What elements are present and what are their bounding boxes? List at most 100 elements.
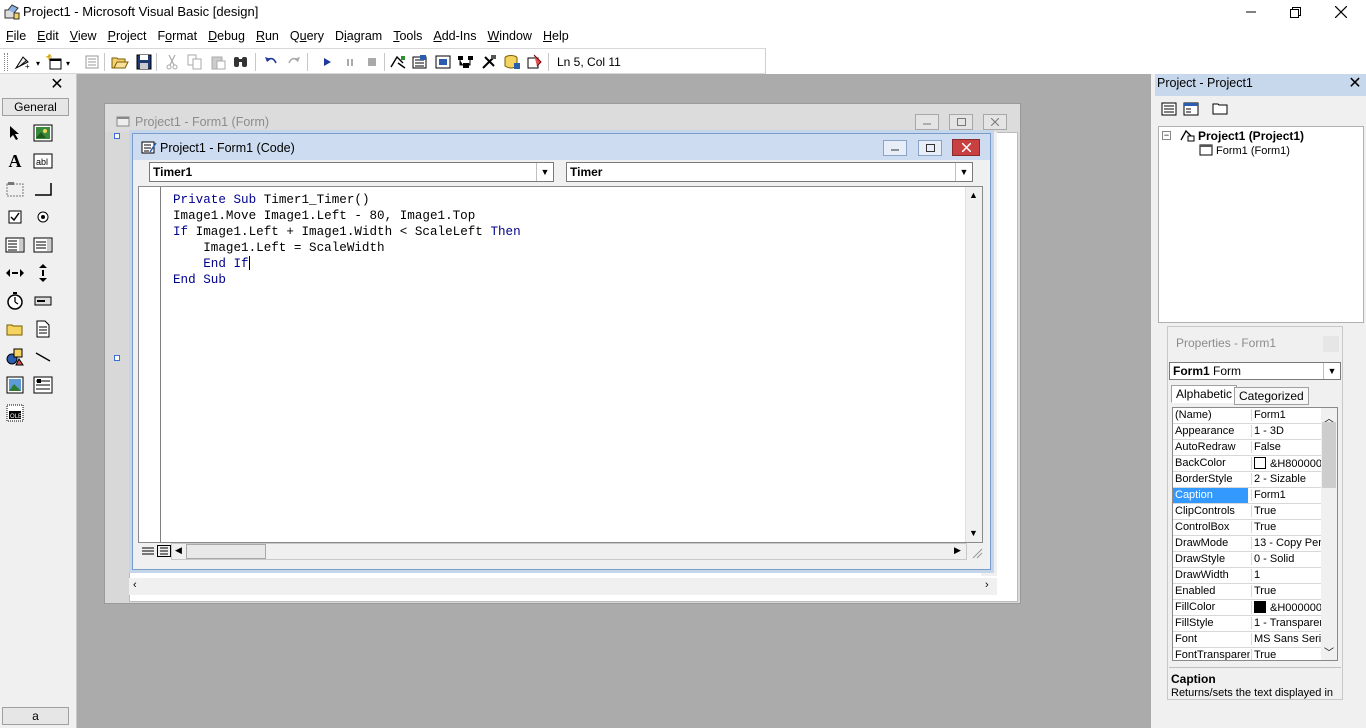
property-value[interactable]: Form1	[1251, 489, 1321, 501]
property-value[interactable]: 1	[1251, 569, 1321, 581]
toggle-folders-icon[interactable]	[1212, 101, 1228, 115]
property-row[interactable]: FillStyle 1 - Transparent	[1173, 616, 1321, 632]
dirlistbox-tool-icon[interactable]	[4, 318, 26, 340]
scroll-thumb[interactable]	[1322, 422, 1336, 488]
properties-window-icon[interactable]	[411, 53, 429, 71]
property-row[interactable]: (Name) Form1	[1173, 408, 1321, 424]
menu-item[interactable]: Debug	[202, 27, 250, 45]
property-row[interactable]: BackColor &H800000	[1173, 456, 1321, 472]
code-close-button[interactable]	[952, 139, 980, 156]
commandbutton-tool-icon[interactable]	[32, 178, 54, 200]
hscrollbar-tool-icon[interactable]	[4, 262, 26, 284]
toolbox-icon[interactable]	[480, 53, 498, 71]
property-value[interactable]: True	[1251, 649, 1321, 660]
dropdown-arrow-icon[interactable]: ▾	[36, 59, 40, 68]
tab-categorized[interactable]: Categorized	[1234, 387, 1309, 405]
listbox-tool-icon[interactable]	[32, 234, 54, 256]
property-value[interactable]: 1 - Transparent	[1251, 617, 1321, 629]
vscrollbar-tool-icon[interactable]	[32, 262, 54, 284]
code-line[interactable]: End If	[173, 256, 521, 272]
pointer-tool-icon[interactable]	[4, 122, 26, 144]
code-window[interactable]: Project1 - Form1 (Code) Timer1 ▼ Timer ▼…	[132, 133, 991, 570]
object-selector[interactable]: Form1 Form ▼	[1169, 362, 1341, 380]
shape-tool-icon[interactable]	[4, 346, 26, 368]
chevron-down-icon[interactable]: ▼	[536, 163, 553, 181]
property-row[interactable]: FillColor &H000000	[1173, 600, 1321, 616]
scroll-right-arrow-icon[interactable]: ›	[985, 579, 989, 591]
form-layout-icon[interactable]	[434, 53, 452, 71]
code-minimize-button[interactable]	[883, 140, 907, 156]
optionbutton-tool-icon[interactable]	[32, 206, 54, 228]
project-explorer-close-icon[interactable]: ✕	[1345, 74, 1365, 94]
redo-icon[interactable]	[285, 53, 303, 71]
end-icon[interactable]	[363, 53, 381, 71]
menu-item[interactable]: File	[0, 27, 31, 45]
add-project-icon[interactable]: +	[14, 53, 32, 71]
selection-handle[interactable]	[114, 133, 120, 139]
undo-icon[interactable]	[262, 53, 280, 71]
property-value[interactable]: 2 - Sizable	[1251, 473, 1321, 485]
scroll-thumb[interactable]	[186, 544, 266, 559]
menu-item[interactable]: Run	[250, 27, 284, 45]
menu-item[interactable]: Help	[537, 27, 574, 45]
menu-item[interactable]: View	[64, 27, 102, 45]
view-code-icon[interactable]	[1161, 101, 1177, 117]
code-window-titlebar[interactable]: Project1 - Form1 (Code)	[133, 134, 990, 160]
line-tool-icon[interactable]	[32, 346, 54, 368]
property-row[interactable]: AutoRedraw False	[1173, 440, 1321, 456]
picturebox-tool-icon[interactable]	[32, 122, 54, 144]
scroll-right-arrow-icon[interactable]: ▶	[954, 545, 961, 556]
form-horizontal-scrollbar[interactable]: ‹ ›	[129, 578, 997, 595]
menu-item[interactable]: Query	[284, 27, 329, 45]
visual-component-manager-icon[interactable]	[526, 53, 544, 71]
property-row[interactable]: ControlBox True	[1173, 520, 1321, 536]
collapse-icon[interactable]: −	[1162, 131, 1171, 140]
property-value[interactable]: True	[1251, 505, 1321, 517]
close-button[interactable]	[1318, 0, 1364, 24]
menu-item[interactable]: Format	[152, 27, 203, 45]
toolbox-tab-bottom[interactable]: a	[2, 707, 69, 725]
paste-icon[interactable]	[209, 53, 227, 71]
code-line[interactable]: If Image1.Left + Image1.Width < ScaleLef…	[173, 224, 521, 240]
property-row[interactable]: ClipControls True	[1173, 504, 1321, 520]
textbox-tool-icon[interactable]: abl	[32, 150, 54, 172]
code-vertical-scrollbar[interactable]: ▲ ▼	[965, 187, 982, 542]
filelistbox-tool-icon[interactable]	[32, 318, 54, 340]
form-close-button[interactable]	[983, 114, 1007, 130]
property-value[interactable]: True	[1251, 585, 1321, 597]
form-minimize-button[interactable]	[915, 114, 939, 130]
data-view-icon[interactable]	[503, 53, 521, 71]
code-editor[interactable]: Private Sub Timer1_Timer() Image1.Move Im…	[138, 186, 983, 543]
properties-window[interactable]: Properties - Form1 Form1 Form ▼ Alphabet…	[1167, 326, 1343, 700]
form-designer-titlebar[interactable]: Project1 - Form1 (Form)	[105, 104, 1020, 132]
procedure-view-icon[interactable]	[141, 545, 155, 557]
copy-icon[interactable]	[186, 53, 204, 71]
code-restore-button[interactable]	[918, 140, 942, 156]
chevron-down-icon[interactable]: ▼	[1323, 363, 1340, 379]
toolbar-grip[interactable]	[4, 53, 8, 71]
add-form-icon[interactable]	[46, 53, 64, 71]
property-value[interactable]: False	[1251, 441, 1321, 453]
property-row[interactable]: DrawWidth 1	[1173, 568, 1321, 584]
cut-icon[interactable]	[163, 53, 181, 71]
scroll-up-arrow-icon[interactable]: ▲	[969, 190, 978, 200]
project-explorer-icon[interactable]	[389, 53, 407, 71]
toolbox-close-icon[interactable]: ✕	[48, 76, 66, 94]
property-row[interactable]: DrawStyle 0 - Solid	[1173, 552, 1321, 568]
start-icon[interactable]	[318, 53, 336, 71]
menu-item[interactable]: Edit	[31, 27, 64, 45]
menu-item[interactable]: Tools	[387, 27, 427, 45]
property-row[interactable]: Appearance 1 - 3D	[1173, 424, 1321, 440]
code-line[interactable]: End Sub	[173, 272, 521, 288]
scroll-down-arrow-icon[interactable]: ﹀	[1324, 644, 1334, 659]
tab-alphabetic[interactable]: Alphabetic	[1171, 385, 1238, 403]
project-tree[interactable]: − Project1 (Project1) Form1 (Form1)	[1158, 126, 1364, 323]
selection-handle[interactable]	[114, 355, 120, 361]
property-row[interactable]: Caption Form1	[1173, 488, 1321, 504]
toolbox-tab-general[interactable]: General	[2, 98, 69, 116]
object-combo[interactable]: Timer1 ▼	[149, 162, 554, 182]
data-tool-icon[interactable]	[32, 374, 54, 396]
property-grid[interactable]: (Name) Form1 Appearance 1 - 3D AutoRedraw Fal…	[1172, 407, 1338, 661]
find-icon[interactable]	[232, 53, 250, 71]
project-node-label[interactable]: Project1 (Project1)	[1198, 129, 1304, 143]
